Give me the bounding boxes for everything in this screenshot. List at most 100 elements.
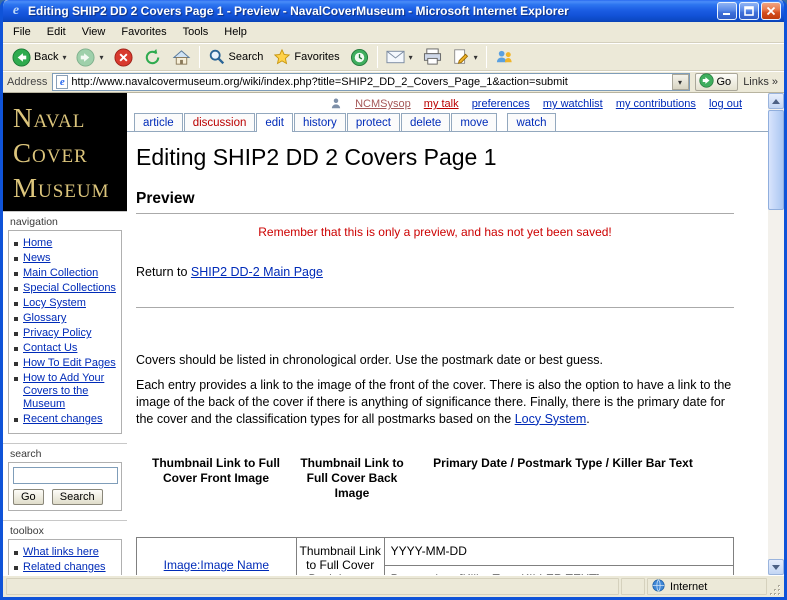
tab-watch-label[interactable]: watch bbox=[516, 117, 546, 129]
vertical-scrollbar[interactable] bbox=[768, 93, 784, 575]
search-go-button[interactable]: Go bbox=[13, 489, 44, 505]
titlebar[interactable]: e Editing SHIP2 DD 2 Covers Page 1 - Pre… bbox=[3, 0, 784, 22]
mail-dropdown-icon[interactable]: ▾ bbox=[409, 53, 413, 62]
go-button[interactable]: Go bbox=[694, 73, 739, 91]
scrollbar-thumb[interactable] bbox=[768, 110, 784, 210]
nav-link-special-collections[interactable]: Special Collections bbox=[23, 282, 116, 294]
addressbar: Address e ▾ Go Links » bbox=[3, 71, 784, 93]
personal-bar: NCMSysop my talk preferences my watchlis… bbox=[127, 93, 768, 113]
tab-move[interactable]: move bbox=[451, 113, 498, 131]
tab-article[interactable]: article bbox=[134, 113, 183, 131]
address-field[interactable]: e ▾ bbox=[52, 73, 690, 91]
my-talk-link[interactable]: my talk bbox=[424, 98, 459, 110]
forward-button[interactable]: ▾ bbox=[71, 46, 108, 69]
search-label: Search bbox=[228, 51, 264, 63]
tab-discussion[interactable]: discussion bbox=[183, 113, 256, 131]
site-logo[interactable]: Naval Cover Museum bbox=[3, 93, 127, 211]
tab-watch[interactable]: watch bbox=[507, 113, 556, 131]
image-name-link[interactable]: Image:Image Name bbox=[164, 558, 269, 572]
menu-view[interactable]: View bbox=[74, 23, 114, 41]
stop-icon bbox=[113, 47, 133, 67]
menu-help[interactable]: Help bbox=[216, 23, 255, 41]
favorites-button[interactable]: Favorites bbox=[268, 46, 344, 68]
nav-link-privacy-policy[interactable]: Privacy Policy bbox=[23, 327, 91, 339]
search-button[interactable]: Search bbox=[203, 46, 269, 68]
home-button[interactable] bbox=[167, 46, 196, 69]
address-dropdown-button[interactable]: ▾ bbox=[671, 74, 689, 90]
cover-table-headers: Thumbnail Link to Full Cover Front Image… bbox=[136, 456, 734, 501]
edit-dropdown-icon[interactable]: ▾ bbox=[474, 53, 478, 62]
links-button[interactable]: Links » bbox=[743, 76, 780, 88]
scroll-up-button[interactable] bbox=[768, 93, 784, 109]
username-link[interactable]: NCMSysop bbox=[355, 98, 411, 110]
search-input[interactable] bbox=[13, 467, 118, 484]
history-button[interactable] bbox=[345, 46, 374, 69]
tab-discussion-label[interactable]: discussion bbox=[193, 117, 247, 129]
forward-dropdown-icon[interactable]: ▾ bbox=[99, 53, 103, 62]
tab-history[interactable]: history bbox=[293, 113, 346, 131]
nav-item: Home bbox=[13, 237, 118, 250]
tab-protect[interactable]: protect bbox=[346, 113, 400, 131]
nav-link-contact-us[interactable]: Contact Us bbox=[23, 342, 77, 354]
edit-button[interactable]: ▾ bbox=[447, 46, 483, 68]
close-button[interactable] bbox=[761, 2, 781, 20]
menu-file[interactable]: File bbox=[5, 23, 39, 41]
nav-link-locy-system[interactable]: Locy System bbox=[23, 297, 86, 309]
logo-line-3: Museum bbox=[13, 173, 110, 203]
preferences-link[interactable]: preferences bbox=[472, 98, 530, 110]
search-search-button[interactable]: Search bbox=[51, 489, 103, 505]
my-contributions-link[interactable]: my contributions bbox=[616, 98, 696, 110]
logo-line-1: Naval bbox=[13, 103, 86, 133]
tab-history-label[interactable]: history bbox=[303, 117, 337, 129]
minimize-button[interactable] bbox=[717, 2, 737, 20]
nav-link-home[interactable]: Home bbox=[23, 237, 52, 249]
nav-link-how-to-edit[interactable]: How To Edit Pages bbox=[23, 357, 116, 369]
locy-system-link[interactable]: Locy System bbox=[515, 412, 587, 426]
nav-link-news[interactable]: News bbox=[23, 252, 51, 264]
mail-button[interactable]: ▾ bbox=[381, 47, 418, 67]
nav-link-main-collection[interactable]: Main Collection bbox=[23, 267, 98, 279]
log-out-link[interactable]: log out bbox=[709, 98, 742, 110]
toolbox-item: Related changes bbox=[13, 561, 118, 574]
menu-favorites[interactable]: Favorites bbox=[113, 23, 174, 41]
tab-protect-label[interactable]: protect bbox=[356, 117, 391, 129]
tab-move-label[interactable]: move bbox=[460, 117, 488, 129]
toolbar-separator bbox=[376, 46, 378, 68]
nav-item: How To Edit Pages bbox=[13, 357, 118, 370]
print-button[interactable] bbox=[418, 46, 447, 68]
scroll-down-button[interactable] bbox=[768, 559, 784, 575]
page-tabs: article discussion edit history protect … bbox=[127, 113, 768, 132]
maximize-button[interactable] bbox=[739, 2, 759, 20]
menu-edit[interactable]: Edit bbox=[39, 23, 74, 41]
refresh-button[interactable] bbox=[138, 46, 167, 69]
toolbox-link-related-changes[interactable]: Related changes bbox=[23, 561, 106, 573]
back-dropdown-icon[interactable]: ▾ bbox=[62, 53, 66, 62]
tab-article-label[interactable]: article bbox=[143, 117, 174, 129]
scroll-up-arrow-icon bbox=[772, 98, 780, 104]
messenger-icon bbox=[495, 48, 514, 66]
table-row: Image:Image Name Thumbnail Link to Full … bbox=[136, 536, 735, 575]
article-body: Editing SHIP2 DD 2 Covers Page 1 Preview… bbox=[127, 132, 768, 575]
history-icon bbox=[350, 48, 369, 67]
nav-link-glossary[interactable]: Glossary bbox=[23, 312, 66, 324]
my-watchlist-link[interactable]: my watchlist bbox=[543, 98, 603, 110]
address-input[interactable] bbox=[71, 76, 669, 88]
menubar: File Edit View Favorites Tools Help bbox=[3, 22, 784, 43]
back-button[interactable]: Back ▾ bbox=[7, 46, 71, 69]
print-icon bbox=[423, 48, 442, 66]
nav-link-recent-changes[interactable]: Recent changes bbox=[23, 413, 103, 425]
tab-edit-label[interactable]: edit bbox=[265, 117, 284, 129]
stop-button[interactable] bbox=[109, 46, 138, 69]
tab-edit[interactable]: edit bbox=[256, 113, 293, 132]
nav-link-add-covers[interactable]: How to Add Your Covers to the Museum bbox=[23, 372, 104, 410]
paragraph-entry-description: Each entry provides a link to the image … bbox=[136, 377, 734, 428]
return-page-link[interactable]: SHIP2 DD-2 Main Page bbox=[191, 265, 323, 279]
resize-grip[interactable] bbox=[769, 584, 782, 597]
toolbox-link-what-links-here[interactable]: What links here bbox=[23, 546, 99, 558]
tab-delete[interactable]: delete bbox=[400, 113, 451, 131]
paragraph-chronological: Covers should be listed in chronological… bbox=[136, 353, 603, 368]
messenger-button[interactable] bbox=[490, 46, 519, 68]
tab-delete-label[interactable]: delete bbox=[410, 117, 441, 129]
ie-logo-icon: e bbox=[12, 3, 20, 18]
menu-tools[interactable]: Tools bbox=[175, 23, 217, 41]
